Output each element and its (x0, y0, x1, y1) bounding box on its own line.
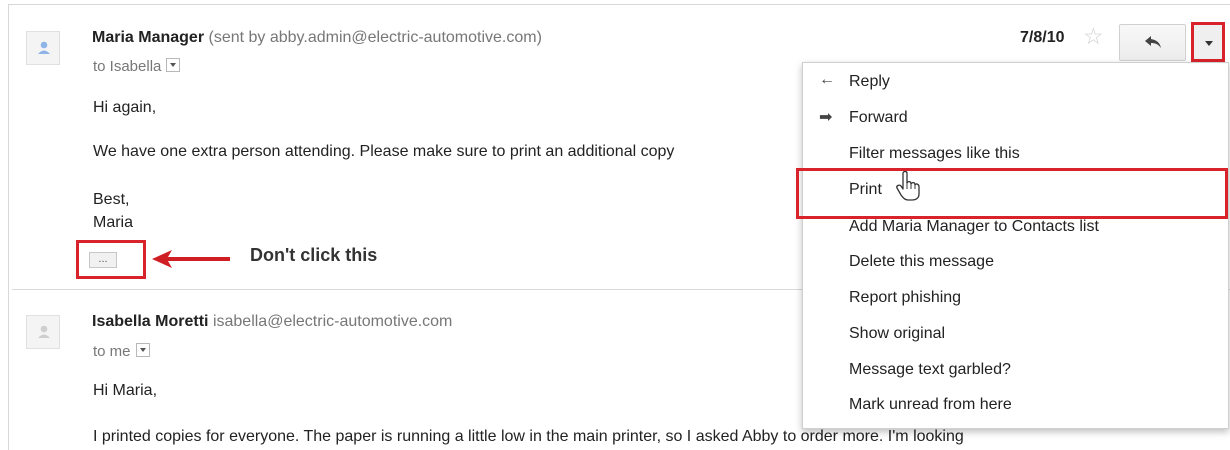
sender-name[interactable]: Maria Manager (sent by abby.admin@electr… (92, 29, 542, 47)
menu-item-report-phishing[interactable]: Report phishing (849, 289, 961, 307)
print-highlight (796, 168, 1228, 219)
message-line: Hi Maria, (93, 382, 158, 399)
menu-item-mark-unread[interactable]: Mark unread from here (849, 396, 1012, 414)
recipient-text: to Isabella (93, 58, 162, 75)
sender-name[interactable]: Isabella Moretti isabella@electric-autom… (92, 313, 452, 331)
red-arrow-icon (152, 250, 230, 268)
reply-icon (1145, 36, 1161, 48)
reply-icon: ← (819, 71, 835, 88)
message-actions-menu: ← Reply ➡ Forward Filter messages like t… (802, 62, 1229, 429)
message-line: Best, (93, 191, 130, 208)
person-icon (38, 41, 50, 54)
message-date: 7/8/10 (1020, 29, 1065, 46)
sender-email: (sent by abby.admin@electric-automotive.… (208, 29, 542, 46)
menu-item-filter[interactable]: Filter messages like this (849, 145, 1020, 163)
recipient-line: to Isabella (93, 58, 181, 75)
ellipsis-highlight (76, 240, 146, 279)
sender-name-text[interactable]: Isabella Moretti (92, 313, 208, 330)
message-line: I printed copies for everyone. The paper… (93, 428, 964, 445)
more-options-highlight (1191, 22, 1225, 62)
message-line: Maria (93, 214, 134, 231)
message-line: We have one extra person attending. Plea… (93, 143, 675, 160)
annotation-text: Don't click this (250, 245, 378, 265)
recipient-line: to me (93, 343, 150, 360)
menu-item-reply[interactable]: Reply (849, 73, 890, 91)
menu-item-show-original[interactable]: Show original (849, 325, 945, 343)
recipient-text: to me (93, 343, 131, 360)
menu-item-delete[interactable]: Delete this message (849, 253, 994, 271)
message-line: Hi again, (93, 99, 157, 116)
menu-item-forward[interactable]: Forward (849, 109, 908, 127)
sender-avatar (26, 315, 60, 349)
menu-item-garbled[interactable]: Message text garbled? (849, 361, 1011, 379)
forward-icon: ➡ (819, 109, 833, 126)
sender-avatar (26, 31, 60, 65)
sender-email: isabella@electric-automotive.com (212, 313, 453, 330)
reply-button[interactable] (1119, 24, 1186, 61)
details-dropdown-icon[interactable] (166, 58, 181, 72)
menu-item-add-contact[interactable]: Add Maria Manager to Contacts list (849, 218, 1099, 236)
details-dropdown-icon[interactable] (135, 343, 150, 357)
star-icon[interactable]: ☆ (1083, 25, 1104, 48)
sender-name-text[interactable]: Maria Manager (92, 29, 204, 46)
hand-cursor-icon (896, 170, 920, 201)
person-icon (38, 325, 50, 338)
